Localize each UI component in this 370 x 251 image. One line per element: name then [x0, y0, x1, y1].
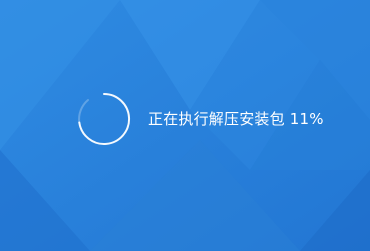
status-message: 正在执行解压安装包	[148, 110, 285, 128]
progress-percent: 11%	[289, 110, 324, 128]
loading-spinner-icon	[78, 93, 131, 145]
install-status: 正在执行解压安装包 11%	[148, 108, 324, 130]
